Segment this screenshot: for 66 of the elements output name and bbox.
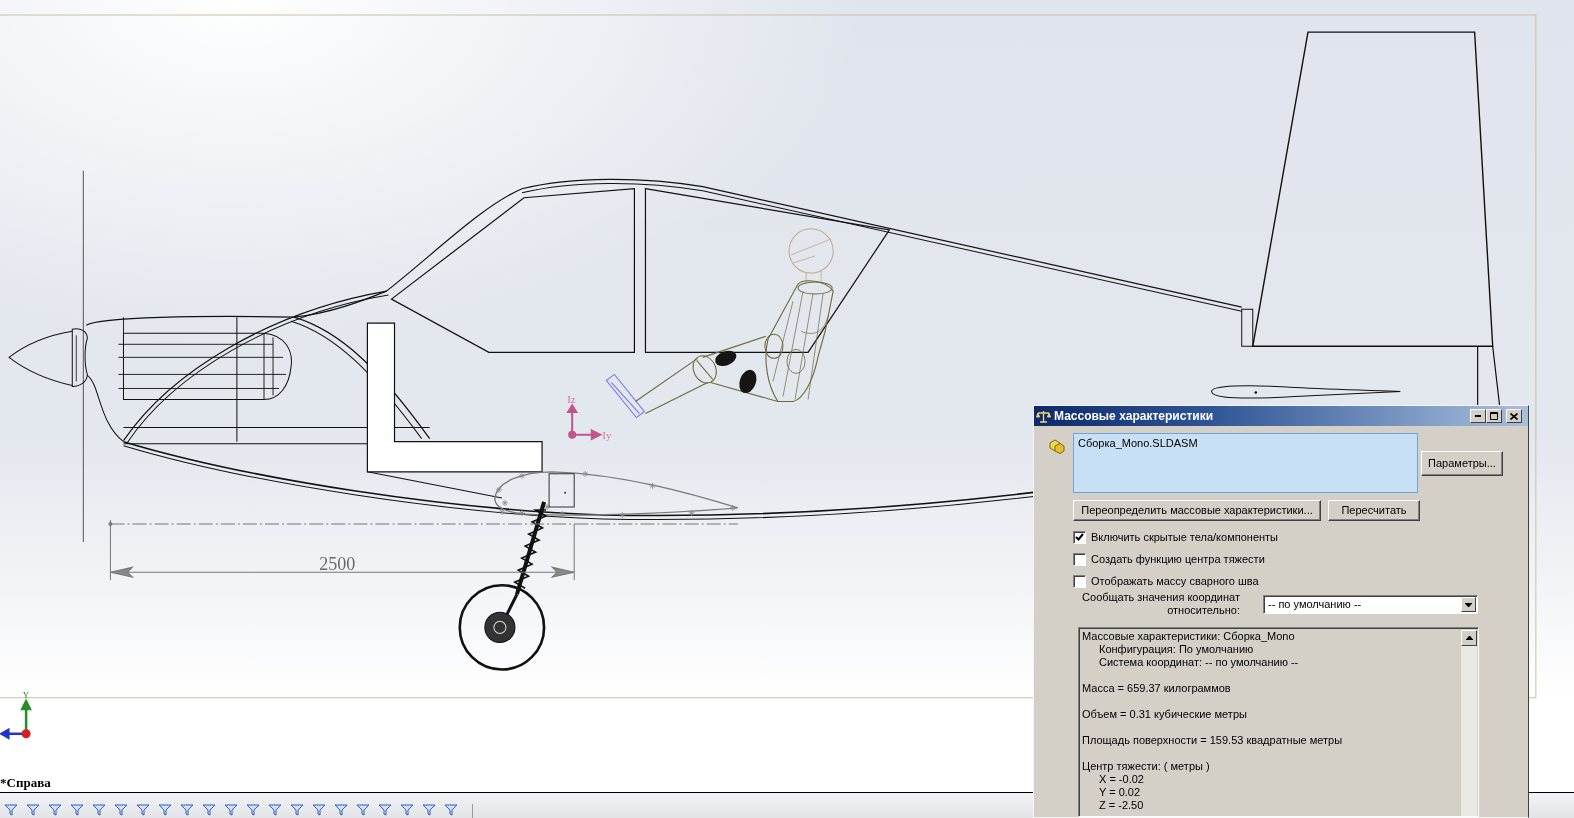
- results-text: Объем = 0.31 кубические метры: [1082, 708, 1248, 721]
- dialog-title: Массовые характеристики: [1054, 408, 1214, 425]
- axis-label: Iz: [567, 392, 576, 405]
- filter-icon[interactable]: [224, 804, 238, 816]
- axis-label: Y: [22, 689, 30, 700]
- results-text: Массовые характеристики: Сборка_Mono: [1082, 630, 1296, 643]
- results-text: Центр тяжести: ( метры ): [1082, 760, 1211, 773]
- minimize-button[interactable]: [1470, 409, 1486, 423]
- checkbox[interactable]: [1073, 574, 1086, 588]
- axis-label: Iy: [602, 428, 612, 441]
- recalculate-button[interactable]: Пересчитать: [1328, 500, 1420, 521]
- filter-icon[interactable]: [26, 804, 40, 816]
- filter-icon[interactable]: [158, 804, 172, 816]
- filter-icon[interactable]: [312, 804, 326, 816]
- filter-icon[interactable]: [136, 804, 150, 816]
- close-icon: [1510, 412, 1518, 420]
- filter-icon[interactable]: [356, 804, 370, 816]
- option-label[interactable]: Отображать массу сварного шва: [1091, 574, 1259, 588]
- filter-icon[interactable]: [290, 804, 304, 816]
- override-button[interactable]: Переопределить массовые характеристики...: [1073, 500, 1321, 521]
- caret-icon: [1465, 602, 1472, 607]
- coordinates-label: Сообщать значения координат относительно:: [1081, 591, 1240, 617]
- option-label[interactable]: Включить скрытые тела/компоненты: [1091, 530, 1279, 544]
- coordinates-dropdown[interactable]: -- по умолчанию --: [1263, 595, 1478, 614]
- scrollbar[interactable]: [1461, 630, 1477, 816]
- maximize-icon: [1490, 412, 1498, 420]
- blocks-icon: [1048, 438, 1066, 455]
- dropdown-button[interactable]: [1461, 597, 1476, 612]
- scroll-up-button[interactable]: [1461, 630, 1477, 646]
- inertia-axes: [566, 404, 602, 441]
- filter-icon[interactable]: [114, 804, 128, 816]
- check-icon: [1075, 533, 1084, 541]
- filter-icon[interactable]: [378, 804, 392, 816]
- view-name: *Справа: [0, 775, 51, 790]
- filter-icon[interactable]: [4, 804, 18, 816]
- view-triad: [0, 699, 32, 740]
- filter-icon[interactable]: [70, 804, 84, 816]
- filter-icon[interactable]: [246, 804, 260, 816]
- filter-icon[interactable]: [400, 804, 414, 816]
- rudder-pedal: [605, 373, 646, 419]
- results-text: Масса = 659.37 килограммов: [1082, 682, 1232, 695]
- parameters-button[interactable]: Параметры...: [1421, 450, 1503, 476]
- results-text: X = -0.02: [1098, 773, 1145, 786]
- filter-icon[interactable]: [202, 804, 216, 816]
- checkbox[interactable]: [1073, 552, 1086, 566]
- results-text: Система координат: -- по умолчанию --: [1098, 656, 1300, 669]
- maximize-button[interactable]: [1486, 409, 1502, 423]
- option-label[interactable]: Создать функцию центра тяжести: [1091, 552, 1265, 566]
- dimension-value: 2500: [319, 554, 356, 575]
- minimize-icon: [1475, 415, 1481, 417]
- up-arrow-icon: [1465, 636, 1473, 640]
- checkbox[interactable]: [1073, 530, 1086, 544]
- results-text: Площадь поверхности = 159.53 квадратные метры: [1082, 734, 1344, 747]
- filter-icon[interactable]: [48, 804, 62, 816]
- close-button[interactable]: [1506, 409, 1522, 423]
- filter-icon[interactable]: [92, 804, 106, 816]
- results-text: Z = -2.50: [1098, 799, 1145, 812]
- results-text: Конфигурация: По умолчанию: [1098, 643, 1255, 656]
- results-text: Y = 0.02: [1098, 786, 1142, 799]
- selection-list[interactable]: Сборка_Mono.SLDASM: [1073, 433, 1418, 493]
- filter-icon[interactable]: [180, 804, 194, 816]
- balance-scale-icon: [1036, 409, 1051, 423]
- filter-icon[interactable]: [334, 804, 348, 816]
- filter-icon[interactable]: [444, 804, 458, 816]
- filter-icon[interactable]: [268, 804, 282, 816]
- filter-icon[interactable]: [422, 804, 436, 816]
